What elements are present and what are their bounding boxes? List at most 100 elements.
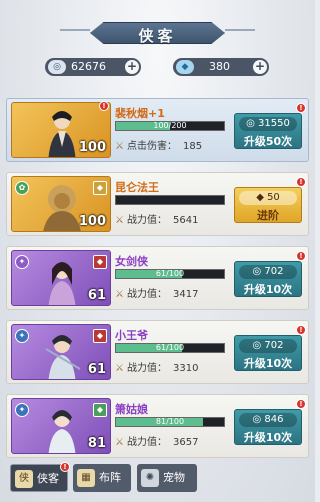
upgrade-button[interactable]: ◎ 31550 升级50次 xyxy=(234,113,302,149)
upgrade-cost: ◎ 846 xyxy=(239,413,297,427)
advance-cost-value: 50 xyxy=(267,192,280,203)
hero-level: 100 xyxy=(78,214,106,229)
rank-badge-icon: ◆ xyxy=(93,255,107,269)
crossed-swords-icon: ⚔ xyxy=(115,215,124,226)
hero-card-3[interactable]: ✦ ◆ 61 女剑侠 61/100 ⚔ 战力值： 3417 ◎ 702 升级10次 … xyxy=(6,246,309,310)
hero-progress-bar: 61/100 xyxy=(115,269,225,279)
advance-button[interactable]: ◆ 50 进阶 xyxy=(234,187,302,223)
hero-stat-label: 战力值： xyxy=(127,363,167,374)
hero-progress-text: 61/100 xyxy=(155,269,185,278)
tab-label: 宠物 xyxy=(163,471,185,484)
hero-stat-value: 5641 xyxy=(173,215,199,226)
crossed-swords-icon: ⚔ xyxy=(115,289,124,300)
currency-jade: ◆ 380 + xyxy=(173,58,269,76)
hero-card-5[interactable]: ✦ ◆ 81 箫姑娘 81/100 ⚔ 战力值： 3657 ◎ 846 升级10次 … xyxy=(6,394,309,458)
alert-dot: ! xyxy=(99,101,109,111)
hero-portrait[interactable]: ✦ ◆ 81 xyxy=(11,398,111,454)
hero-level: 61 xyxy=(87,362,106,377)
tab-heroes[interactable]: 侠 侠客 ! xyxy=(10,462,70,492)
upgrade-cost-value: 702 xyxy=(264,340,284,351)
upgrade-label: 升级10次 xyxy=(243,431,293,444)
tab-formation[interactable]: ▦ 布阵 xyxy=(73,464,131,492)
hero-level: 81 xyxy=(87,436,106,451)
hero-card-4[interactable]: ✦ ◆ 61 小王爷 61/100 ⚔ 战力值： 3310 ◎ 702 升级10次 … xyxy=(6,320,309,384)
upgrade-button[interactable]: ◎ 846 升级10次 xyxy=(234,409,302,445)
hero-progress-bar: 61/100 xyxy=(115,343,225,353)
upgrade-label: 升级10次 xyxy=(243,283,293,296)
hero-portrait[interactable]: ✦ ◆ 61 xyxy=(11,250,111,306)
hero-level: 100 xyxy=(78,140,106,155)
tab-label: 布阵 xyxy=(99,471,121,484)
currency-jade-value: 380 xyxy=(209,60,230,73)
element-badge-icon: ✦ xyxy=(15,255,29,269)
page-title: 侠客 xyxy=(138,27,177,45)
hero-stat: ⚔ 点击伤害： 185 xyxy=(115,137,202,152)
upgrade-cost: ◎ 702 xyxy=(239,339,297,353)
upgrade-label: 升级50次 xyxy=(243,135,293,148)
hero-stat-value: 3310 xyxy=(173,363,199,374)
hero-name: 女剑侠 xyxy=(115,255,148,268)
upgrade-label: 升级10次 xyxy=(243,357,293,370)
upgrade-button[interactable]: ◎ 702 升级10次 xyxy=(234,335,302,371)
hero-portrait[interactable]: ✿ ◆ 100 xyxy=(11,176,111,232)
hero-card-1[interactable]: 100 ! 裴秋烟+1 100/200 ⚔ 点击伤害： 185 ◎ 31550 升级… xyxy=(6,98,309,162)
upgrade-cost-value: 702 xyxy=(264,266,284,277)
rank-badge-icon: ◆ xyxy=(93,329,107,343)
upgrade-button[interactable]: ◎ 702 升级10次 xyxy=(234,261,302,297)
alert-dot: ! xyxy=(296,251,306,261)
alert-dot: ! xyxy=(296,103,306,113)
element-badge-icon: ✿ xyxy=(15,181,29,195)
element-badge-icon: ✦ xyxy=(15,329,29,343)
silver-coin-icon: ◎ xyxy=(48,60,66,74)
title-ornament-right xyxy=(225,29,255,31)
crossed-swords-icon: ⚔ xyxy=(115,141,124,152)
hero-name: 小王爷 xyxy=(115,329,148,342)
hero-stat-label: 战力值： xyxy=(127,289,167,300)
crossed-swords-icon: ⚔ xyxy=(115,437,124,448)
hero-progress-text: 81/100 xyxy=(155,417,185,426)
hero-stat-label: 战力值： xyxy=(127,215,167,226)
hero-progress-bar xyxy=(115,195,225,205)
upgrade-cost: ◎ 702 xyxy=(239,265,297,279)
alert-dot: ! xyxy=(296,177,306,187)
tab-label: 侠客 xyxy=(37,472,59,485)
title-ornament-left xyxy=(60,29,90,31)
hero-name: 箫姑娘 xyxy=(115,403,148,416)
hero-stat: ⚔ 战力值： 3657 xyxy=(115,433,198,448)
hero-progress-bar: 81/100 xyxy=(115,417,225,427)
hero-stat: ⚔ 战力值： 3417 xyxy=(115,285,198,300)
currency-silver-value: 62676 xyxy=(71,60,106,73)
hero-figure-icon xyxy=(48,111,76,157)
advance-label: 进阶 xyxy=(257,209,279,222)
alert-dot: ! xyxy=(296,325,306,335)
hero-name: 昆仑法王 xyxy=(115,181,159,194)
hero-stat-label: 点击伤害： xyxy=(127,141,177,152)
crossed-swords-icon: ⚔ xyxy=(115,363,124,374)
hero-stat-value: 3417 xyxy=(173,289,199,300)
hero-card-2[interactable]: ✿ ◆ 100 昆仑法王 ⚔ 战力值： 5641 ◆ 50 进阶 ! xyxy=(6,172,309,236)
hero-figure-icon xyxy=(48,262,76,305)
hero-name: 裴秋烟+1 xyxy=(115,107,165,120)
hero-figure-icon xyxy=(48,410,76,453)
hero-level: 61 xyxy=(87,288,106,303)
rank-badge-icon: ◆ xyxy=(93,181,107,195)
hero-progress-text: 100/200 xyxy=(153,121,187,130)
hero-figure-icon xyxy=(45,335,81,379)
title-banner: 侠客 xyxy=(60,18,255,48)
hero-progress-bar: 100/200 xyxy=(115,121,225,131)
pet-tab-icon: ✺ xyxy=(141,469,159,487)
jade-gem-icon: ◆ xyxy=(176,60,194,74)
hero-progress-text: 61/100 xyxy=(155,343,185,352)
currency-jade-add-button[interactable]: + xyxy=(253,60,267,74)
formation-tab-icon: ▦ xyxy=(77,469,95,487)
alert-dot: ! xyxy=(60,462,70,472)
element-badge-icon: ✦ xyxy=(15,403,29,417)
hero-stat: ⚔ 战力值： 3310 xyxy=(115,359,198,374)
currency-silver-add-button[interactable]: + xyxy=(125,60,139,74)
hero-tab-icon: 侠 xyxy=(15,470,33,488)
hero-portrait[interactable]: ✦ ◆ 61 xyxy=(11,324,111,380)
hero-stat-value: 185 xyxy=(183,141,203,152)
tab-pets[interactable]: ✺ 宠物 xyxy=(137,464,197,492)
bottom-tab-bar: 侠 侠客 ! ▦ 布阵 ✺ 宠物 xyxy=(10,462,310,494)
hero-portrait[interactable]: 100 xyxy=(11,102,111,158)
